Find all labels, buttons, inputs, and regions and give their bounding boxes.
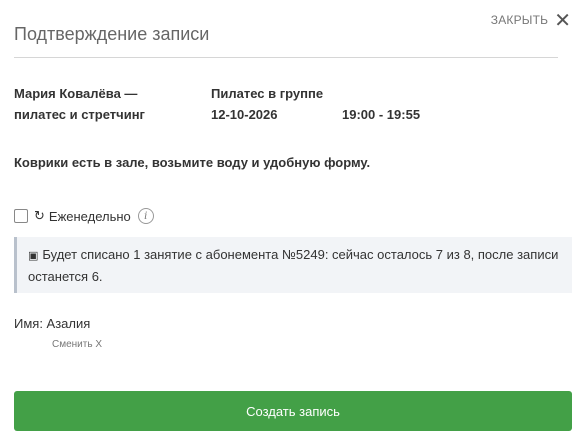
close-icon[interactable]: ✕ [554,10,571,30]
class-time: 19:00 - 19:55 [342,107,421,122]
close-label: ЗАКРЫТЬ [490,13,549,27]
close-button[interactable]: ЗАКРЫТЬ ✕ [490,10,571,30]
ticket-icon: ▣ [28,249,39,262]
client-name: Имя: Азалия [14,316,91,331]
alert-text: Будет списано 1 занятие с абонемента №52… [28,247,559,284]
create-booking-button[interactable]: Создать запись [14,391,572,431]
repeat-icon: ↻ [34,208,45,224]
change-client-link[interactable]: Сменить X [52,339,102,350]
trainer-specialty: пилатес и стретчинг [14,107,145,122]
class-notice: Коврики есть в зале, возьмите воду и удо… [14,155,371,170]
weekly-label[interactable]: Еженедельно [49,209,131,224]
subscription-alert: ▣ Будет списано 1 занятие с абонемента №5… [14,237,572,293]
trainer-info: Мария Ковалёва — пилатес и стретчинг [14,83,204,125]
trainer-name: Мария Ковалёва — [14,86,138,101]
info-icon[interactable]: i [137,208,154,224]
weekly-checkbox[interactable] [14,209,28,223]
class-name: Пилатес в группе [211,86,324,101]
title-divider [14,57,558,58]
dialog-title: Подтверждение записи [14,24,210,44]
weekly-option[interactable]: ↻ Еженедельно i [14,208,154,224]
